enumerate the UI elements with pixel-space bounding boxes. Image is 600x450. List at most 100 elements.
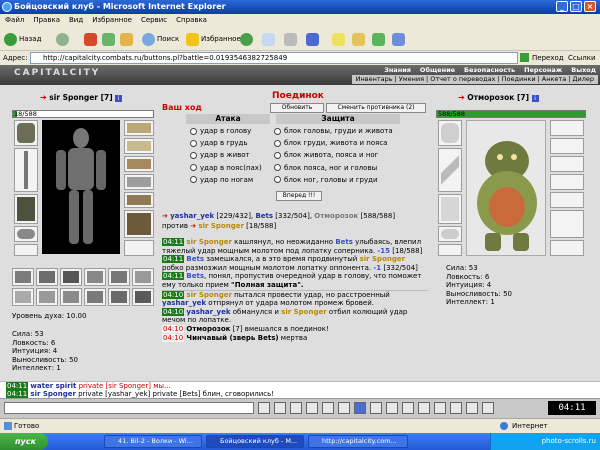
channel-icon[interactable] — [322, 402, 334, 414]
nav-transfers[interactable]: Отчет о переводах — [430, 75, 495, 83]
edit-button[interactable] — [306, 31, 321, 47]
nav-skills[interactable]: Умения — [399, 75, 424, 83]
nav-battles[interactable]: Поединки — [502, 75, 536, 83]
earring-slot[interactable] — [124, 120, 154, 136]
scroll-icon[interactable] — [450, 402, 462, 414]
team-member[interactable]: Bets — [255, 212, 273, 220]
stop-button[interactable] — [84, 31, 99, 47]
r-helmet-slot[interactable] — [438, 120, 462, 146]
filter-icon[interactable] — [306, 402, 318, 414]
shield-slot[interactable] — [124, 174, 154, 190]
r-earring-slot[interactable] — [550, 120, 584, 136]
r-weapon-slot[interactable] — [438, 148, 462, 192]
helmet-slot[interactable] — [14, 120, 38, 146]
menu-tools[interactable]: Сервис — [136, 14, 171, 24]
send-icon[interactable] — [258, 402, 270, 414]
go-arrow-icon[interactable] — [520, 53, 529, 62]
settings-icon[interactable] — [466, 402, 478, 414]
attack-option[interactable]: удар в голову — [190, 125, 262, 137]
ring-slot-l[interactable] — [14, 244, 38, 256]
radio-icon[interactable] — [190, 176, 197, 184]
address-input[interactable]: http://capitalcity.combats.ru/buttons.pl… — [30, 52, 518, 64]
radio-icon[interactable] — [274, 176, 281, 184]
map-icon[interactable] — [418, 402, 430, 414]
spell-slot-11[interactable] — [108, 288, 130, 306]
gloves-slot[interactable] — [124, 156, 154, 172]
messenger-button[interactable] — [372, 31, 387, 47]
r-amulet-slot[interactable] — [550, 138, 584, 154]
trade-icon[interactable] — [370, 402, 382, 414]
attack-option[interactable]: удар по ногам — [190, 174, 262, 186]
nav-exit[interactable]: Выход — [571, 66, 596, 74]
spell-slot-9[interactable] — [60, 288, 82, 306]
menu-favorites[interactable]: Избранное — [87, 14, 136, 24]
forward-button[interactable]: Вперед !!! — [276, 191, 322, 201]
radio-icon[interactable] — [190, 151, 197, 159]
spell-slot-7[interactable] — [12, 288, 34, 306]
menu-view[interactable]: Вид — [64, 14, 87, 24]
refresh-button[interactable] — [102, 31, 117, 47]
spell-slot-6[interactable] — [132, 268, 154, 286]
clear-icon[interactable] — [274, 402, 286, 414]
defense-option[interactable]: блок головы, груди и живота — [274, 125, 393, 137]
r-shield-slot[interactable] — [550, 174, 584, 190]
forward-button[interactable] — [56, 31, 71, 47]
radio-icon[interactable] — [190, 164, 197, 172]
armor-slot[interactable] — [14, 194, 38, 224]
right-player-name[interactable]: Отморозок — [467, 93, 514, 102]
folder-button[interactable] — [352, 31, 367, 47]
r-belt-slot[interactable] — [438, 226, 462, 242]
print-button[interactable] — [284, 31, 299, 47]
help-icon[interactable] — [434, 402, 446, 414]
nav-inventory[interactable]: Инвентарь — [356, 75, 393, 83]
team-member[interactable]: yashar_yek — [170, 212, 214, 220]
fight-icon[interactable] — [386, 402, 398, 414]
ring-slot-r[interactable] — [124, 240, 154, 256]
attack-option[interactable]: удар в грудь — [190, 137, 262, 149]
mail-button[interactable] — [262, 31, 277, 47]
defense-option[interactable]: блок пояса, ног и головы — [274, 162, 393, 174]
change-opponent-button[interactable]: Сменить противника (2) — [326, 103, 426, 113]
favorites-button[interactable]: Избранное — [186, 31, 241, 47]
weapon-slot[interactable] — [14, 148, 38, 192]
home-button[interactable] — [120, 31, 135, 47]
pm-icon[interactable] — [354, 402, 366, 414]
start-button[interactable]: пуск — [0, 433, 48, 450]
spell-slot-12[interactable] — [132, 288, 154, 306]
team-member[interactable]: Отморозок — [314, 212, 358, 220]
search-button[interactable]: Поиск — [142, 31, 179, 47]
info-icon[interactable]: i — [531, 95, 539, 102]
close-button[interactable]: × — [584, 1, 596, 12]
nav-knowledge[interactable]: Знания — [384, 66, 411, 74]
go-button[interactable]: Переход — [532, 54, 564, 62]
nav-dealer[interactable]: Дилер — [572, 75, 594, 83]
history-button[interactable] — [240, 31, 255, 47]
r-ring-slot[interactable] — [438, 244, 462, 256]
links-button[interactable]: Ссылки — [568, 54, 596, 62]
amulet-slot[interactable] — [124, 138, 154, 154]
menu-help[interactable]: Справка — [171, 14, 211, 24]
radio-icon[interactable] — [274, 139, 281, 147]
nav-character[interactable]: Персонаж — [524, 66, 562, 74]
chat-input[interactable] — [4, 402, 254, 414]
info-icon[interactable]: i — [115, 95, 123, 102]
menu-file[interactable]: Файл — [0, 14, 28, 24]
radio-icon[interactable] — [274, 164, 281, 172]
attack-option[interactable]: удар в пояс(пах) — [190, 162, 262, 174]
r-armor-slot[interactable] — [438, 194, 462, 224]
r-boots-slot[interactable] — [550, 210, 584, 238]
nav-profile[interactable]: Анкета — [542, 75, 566, 83]
nav-chat[interactable]: Общение — [420, 66, 455, 74]
back-button[interactable]: Назад — [4, 31, 41, 47]
defense-option[interactable]: блок груди, живота и пояса — [274, 137, 393, 149]
defense-option[interactable]: блок живота, пояса и ног — [274, 149, 393, 161]
minimize-button[interactable]: _ — [556, 1, 568, 12]
taskbar-item[interactable]: 41. Bil-2 - Волки - Wi... — [104, 435, 202, 448]
r-ring-slot-2[interactable] — [550, 240, 584, 256]
sound-icon[interactable] — [338, 402, 350, 414]
chat-mode-icon[interactable] — [482, 402, 494, 414]
refresh-battle-button[interactable]: Обновить — [270, 103, 324, 113]
r-pants-slot[interactable] — [550, 192, 584, 208]
boots-slot[interactable] — [124, 210, 154, 238]
belt-slot[interactable] — [14, 226, 38, 242]
